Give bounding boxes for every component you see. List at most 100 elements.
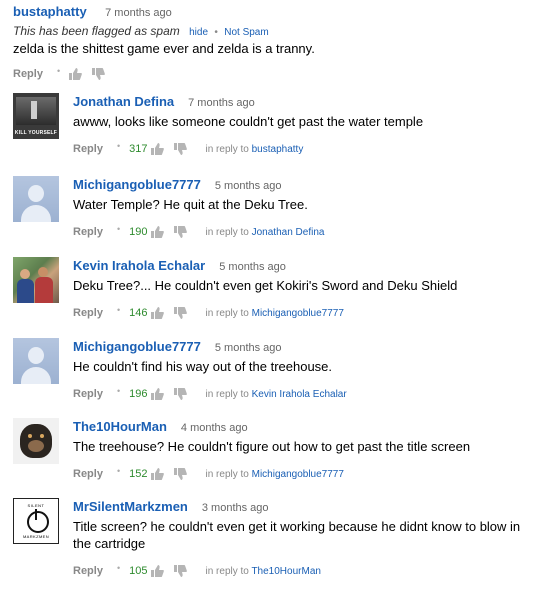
comment-timestamp: 4 months ago [180, 422, 248, 434]
separator-dot: • [116, 563, 121, 573]
spam-flag-notice: This has been flagged as spam hide • Not… [13, 24, 533, 38]
not-spam-link[interactable]: Not Spam [224, 27, 268, 38]
hide-link[interactable]: hide [189, 27, 208, 38]
thumbs-down-icon[interactable] [174, 307, 188, 319]
in-reply-to: in reply to Kevin Irahola Echalar [205, 389, 346, 400]
thumbs-down-icon[interactable] [174, 143, 188, 155]
comment-author-link[interactable]: Kevin Irahola Echalar [73, 258, 205, 273]
comment-text: The treehouse? He couldn't figure out ho… [73, 439, 471, 454]
comment-timestamp: 3 months ago [201, 502, 269, 514]
avatar-caption: KILL YOURSELF [14, 130, 58, 136]
thumbs-up-icon[interactable] [151, 468, 165, 480]
in-reply-to-link[interactable]: Michigangoblue7777 [252, 308, 344, 319]
comment-author-link[interactable]: Michigangoblue7777 [73, 339, 201, 354]
separator-dot: • [116, 305, 121, 315]
comment-author-link[interactable]: Michigangoblue7777 [73, 177, 201, 192]
thumbs-up-icon[interactable] [151, 226, 165, 238]
in-reply-to: in reply to The10HourMan [205, 566, 320, 577]
default-avatar[interactable] [13, 176, 59, 222]
reply-button[interactable]: Reply [73, 565, 103, 577]
in-reply-to-link[interactable]: The10HourMan [251, 566, 320, 577]
in-reply-to: in reply to Michigangoblue7777 [205, 469, 343, 480]
comment-body: The10HourMan 4 months ago The treehouse? H… [73, 418, 533, 482]
separator-dot: • [56, 66, 61, 76]
separator-dot: • [116, 466, 121, 476]
in-reply-prefix: in reply to [205, 388, 249, 400]
comment-timestamp: 7 months ago [188, 97, 255, 109]
comment-text: awww, looks like someone couldn't get pa… [73, 114, 424, 129]
photo-avatar[interactable] [13, 257, 59, 303]
comment-body: Kevin Irahola Echalar 5 months ago Deku Tr… [73, 257, 533, 321]
avatar-caption: MARKZMEN [22, 534, 50, 539]
comment-text: He couldn't find his way out of the tree… [73, 359, 333, 374]
thumbs-down-icon[interactable] [92, 68, 105, 80]
in-reply-to: in reply to Jonathan Defina [205, 227, 324, 238]
thumbs-down-icon[interactable] [174, 226, 188, 238]
in-reply-prefix: in reply to [205, 468, 249, 480]
reply-button[interactable]: Reply [73, 307, 103, 319]
comment-body: Michigangoblue7777 5 months ago He couldn'… [73, 338, 533, 402]
reply-button[interactable]: Reply [73, 226, 103, 238]
separator-dot: • [116, 141, 121, 151]
comment-text: Water Temple? He quit at the Deku Tree. [73, 197, 308, 212]
reply-button[interactable]: Reply [73, 143, 103, 155]
in-reply-to: in reply to Michigangoblue7777 [205, 308, 343, 319]
comment-author-link[interactable]: bustaphatty [13, 4, 87, 19]
comment-timestamp: 7 months ago [105, 7, 172, 19]
in-reply-to: in reply to bustaphatty [205, 144, 303, 155]
vote-score: 196 [129, 388, 148, 400]
comment-actions: Reply • 190 in reply to Jonathan Defina [73, 224, 533, 240]
thumbs-up-icon[interactable] [151, 143, 165, 155]
comment-timestamp: 5 months ago [214, 342, 282, 354]
thumbs-down-icon[interactable] [174, 468, 188, 480]
thumbs-up-icon[interactable] [151, 565, 165, 577]
in-reply-to-link[interactable]: Kevin Irahola Echalar [252, 389, 347, 400]
spam-flag-text: This has been flagged as spam [13, 24, 180, 38]
reply-button[interactable]: Reply [13, 68, 43, 80]
comment-body: Michigangoblue7777 5 months ago Water Temp… [73, 176, 533, 240]
comment-actions: Reply • 196 in reply to Kevin Irahola Echal… [73, 386, 533, 402]
comment-author-link[interactable]: Jonathan Defina [73, 94, 174, 109]
comment-timestamp: 5 months ago [219, 261, 286, 273]
default-avatar[interactable] [13, 338, 59, 384]
reply-button[interactable]: Reply [73, 388, 103, 400]
vote-score: 105 [129, 565, 148, 577]
separator-dot: • [116, 224, 121, 234]
thumbs-down-icon[interactable] [174, 388, 188, 400]
in-reply-prefix: in reply to [205, 226, 249, 238]
dog-avatar[interactable] [13, 418, 59, 464]
reply-button[interactable]: Reply [73, 468, 103, 480]
comment-text: Title screen? he couldn't even get it wo… [73, 519, 521, 551]
thumbs-down-icon[interactable] [174, 565, 188, 577]
vote-score: 152 [129, 468, 148, 480]
separator-dot: • [116, 386, 121, 396]
in-reply-prefix: in reply to [205, 307, 249, 319]
comment-author-link[interactable]: MrSilentMarkzmen [73, 499, 188, 514]
vote-score: 146 [129, 307, 148, 319]
comment-actions: Reply • 317 in reply to bustaphatty [73, 141, 533, 157]
thumbs-up-icon[interactable] [69, 68, 82, 80]
silent-avatar[interactable]: SILENT MARKZMEN [13, 498, 59, 544]
flagged-comment: bustaphatty 7 months ago This has been f… [13, 3, 533, 82]
vote-score: 317 [129, 143, 148, 155]
in-reply-to-link[interactable]: Jonathan Defina [252, 227, 325, 238]
comment-text: Deku Tree?... He couldn't even get Kokir… [73, 278, 458, 293]
kill-yourself-avatar[interactable]: KILL YOURSELF [13, 93, 59, 139]
avatar-caption: SILENT [27, 503, 45, 508]
comment-body: MrSilentMarkzmen 3 months ago Title screen… [73, 498, 533, 579]
comment-body: Jonathan Defina 7 months ago awww, looks l… [73, 93, 533, 157]
comment-actions: Reply • 152 in reply to Michigangoblue7777 [73, 466, 533, 482]
in-reply-prefix: in reply to [205, 143, 249, 155]
thumbs-up-icon[interactable] [151, 307, 165, 319]
vote-score: 190 [129, 226, 148, 238]
comment-author-link[interactable]: The10HourMan [73, 419, 167, 434]
thumbs-up-icon[interactable] [151, 388, 165, 400]
comment-actions: Reply • [13, 66, 533, 82]
comment-actions: Reply • 105 in reply to The10HourMan [73, 563, 533, 579]
separator-dot: • [214, 27, 218, 38]
comment-timestamp: 5 months ago [214, 180, 282, 192]
in-reply-prefix: in reply to [205, 565, 249, 577]
comment-text: zelda is the shittest game ever and zeld… [13, 41, 315, 56]
in-reply-to-link[interactable]: Michigangoblue7777 [252, 469, 344, 480]
in-reply-to-link[interactable]: bustaphatty [252, 144, 304, 155]
